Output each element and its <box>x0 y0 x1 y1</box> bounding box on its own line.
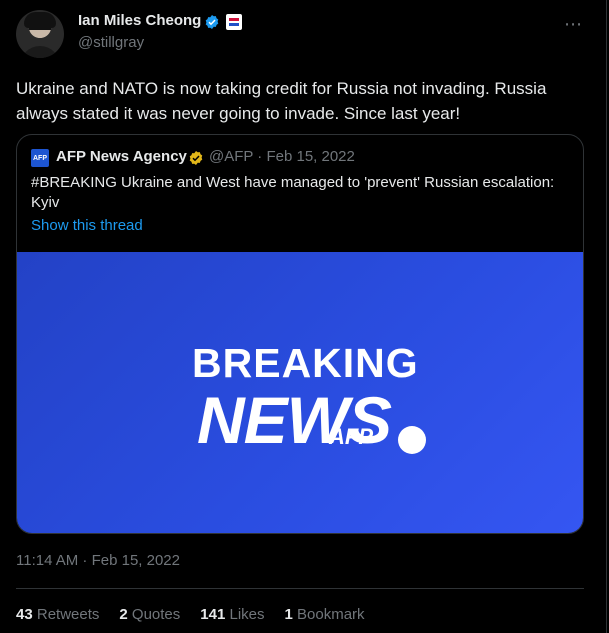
retweets-stat[interactable]: 43 Retweets <box>16 606 99 623</box>
bookmarks-count: 1 <box>284 606 293 623</box>
quotes-label: Quotes <box>131 606 181 623</box>
badge-stripe-red <box>229 18 239 21</box>
badge-stripe-blue <box>229 23 239 26</box>
likes-label: Likes <box>229 606 265 623</box>
afp-logo-icon: AFP <box>31 149 49 167</box>
bookmarks-stat[interactable]: 1 Bookmark <box>285 606 365 623</box>
avatar-glasses <box>29 28 51 35</box>
show-thread-link[interactable]: Show this thread <box>31 217 143 234</box>
quotes-stat[interactable]: 2 Quotes <box>119 606 180 623</box>
author-handle[interactable]: @stillgray <box>78 34 144 51</box>
tweet-detail: Ian Miles Cheong @stillgray ⋯ Ukraine an… <box>0 0 607 633</box>
bookmarks-label: Bookmark <box>297 606 365 623</box>
avatar-hair <box>24 12 56 28</box>
quotes-count: 2 <box>119 606 128 623</box>
retweets-count: 43 <box>16 606 33 623</box>
tweet-text: Ukraine and NATO is now taking credit fo… <box>16 79 547 123</box>
divider <box>16 588 584 589</box>
quoted-handle-date: @AFP · Feb 15, 2022 <box>209 148 355 165</box>
retweets-label: Retweets <box>36 606 100 623</box>
quoted-author-name[interactable]: AFP News Agency <box>56 148 187 165</box>
afp-dot-icon <box>398 426 426 454</box>
verified-org-badge-icon <box>189 151 203 165</box>
affiliate-badge-icon[interactable] <box>226 14 242 30</box>
author-name[interactable]: Ian Miles Cheong <box>78 12 201 29</box>
avatar-shirt <box>20 46 60 58</box>
quoted-tweet[interactable]: AFP AFP News Agency @AFP · Feb 15, 2022 … <box>16 134 584 534</box>
breaking-news-image[interactable]: BREAKING NEWS AFP <box>17 252 583 533</box>
likes-stat[interactable]: 141 Likes <box>200 606 264 623</box>
image-text-breaking: BREAKING <box>192 340 419 386</box>
image-text-afp: AFP <box>329 424 373 449</box>
avatar[interactable] <box>16 10 64 58</box>
more-options-icon[interactable]: ⋯ <box>564 14 583 35</box>
verified-badge-icon <box>205 15 219 29</box>
quoted-text: #BREAKING Ukraine and West have managed … <box>31 174 555 211</box>
tweet-timestamp[interactable]: 11:14 AM · Feb 15, 2022 <box>16 552 180 569</box>
likes-count: 141 <box>200 606 226 623</box>
engagement-stats: 43 Retweets 2 Quotes 141 Likes 1 Bookmar… <box>16 606 365 623</box>
